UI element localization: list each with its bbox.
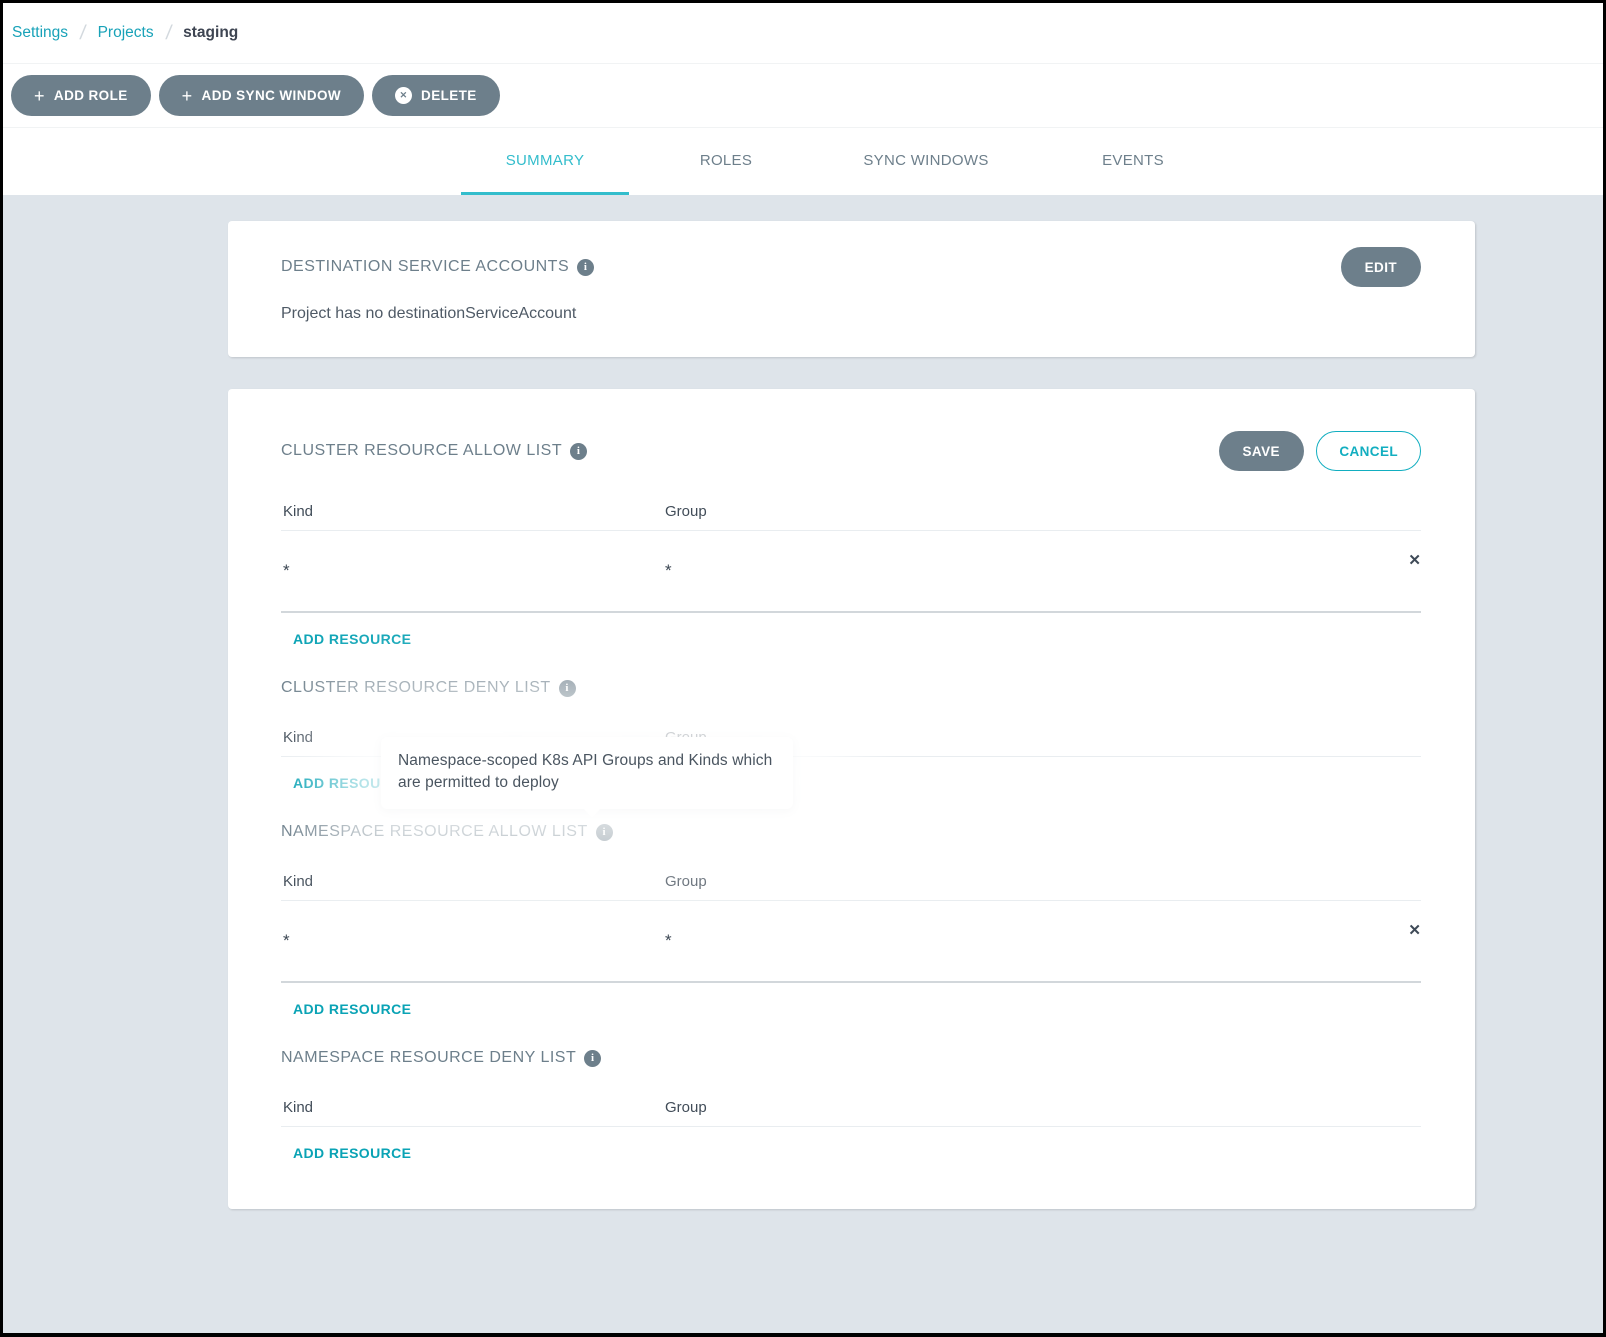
destination-service-accounts-empty-text: Project has no destinationServiceAccount [281,305,1421,323]
column-header-group: Group [665,503,1421,520]
namespace-resource-allow-list-table: Kind Group * * ✕ ADD RESOURCE [281,855,1421,1019]
cluster-resource-deny-list-title: CLUSTER RESOURCE DENY LIST i [281,679,1421,697]
info-icon[interactable]: i [577,259,594,276]
circle-x-icon: ✕ [395,87,412,104]
add-resource-link[interactable]: ADD RESOURCE [293,1001,411,1017]
save-button[interactable]: SAVE [1219,431,1304,471]
destination-service-accounts-title-text: DESTINATION SERVICE ACCOUNTS [281,258,569,276]
column-header-group: Group [665,873,1421,890]
breadcrumb-current-project: staging [183,24,238,42]
tooltip-arrow-icon [583,808,601,818]
info-icon[interactable]: i [584,1050,601,1067]
tab-bar: SUMMARY ROLES SYNC WINDOWS EVENTS [3,128,1603,195]
toolbar: + ADD ROLE + ADD SYNC WINDOW ✕ DELETE [3,64,1603,128]
info-tooltip: Namespace-scoped K8s API Groups and Kind… [381,737,793,809]
divider [281,1126,1421,1127]
add-role-button[interactable]: + ADD ROLE [11,75,151,116]
namespace-resource-deny-list-table: Kind Group ADD RESOURCE [281,1081,1421,1163]
app-window: Settings / Projects / staging + ADD ROLE… [0,0,1606,1337]
divider [281,611,1421,613]
tab-summary[interactable]: SUMMARY [461,128,629,195]
destination-service-accounts-title: DESTINATION SERVICE ACCOUNTS i [281,258,594,276]
destination-service-accounts-card: DESTINATION SERVICE ACCOUNTS i EDIT Proj… [228,221,1475,357]
divider [281,981,1421,983]
column-header-group: Group [665,1099,1421,1116]
column-header-kind: Kind [283,1099,665,1116]
column-header-kind: Kind [283,873,665,890]
group-value[interactable]: * [665,931,1421,951]
delete-label: DELETE [421,88,477,103]
remove-row-icon[interactable]: ✕ [1408,923,1421,938]
breadcrumb-projects[interactable]: Projects [98,24,154,42]
add-sync-window-button[interactable]: + ADD SYNC WINDOW [159,75,364,116]
cluster-resource-deny-list-title-text: CLUSTER RESOURCE DENY LIST [281,679,551,697]
info-icon[interactable]: i [596,824,613,841]
cluster-resource-allow-list-table: Kind Group * * ✕ ADD RESOURCE [281,485,1421,649]
add-role-label: ADD ROLE [54,88,128,103]
namespace-resource-allow-list-title: NAMESPACE RESOURCE ALLOW LIST i Namespac… [281,823,1421,841]
column-header-kind: Kind [283,503,665,520]
tab-events[interactable]: EVENTS [1055,128,1211,195]
group-value[interactable]: * [665,561,1421,581]
edit-button[interactable]: EDIT [1341,247,1421,287]
resource-lists-card: CLUSTER RESOURCE ALLOW LIST i SAVE CANCE… [228,389,1475,1209]
tab-roles[interactable]: ROLES [655,128,797,195]
table-row: * * ✕ [281,901,1421,981]
cluster-resource-allow-list-title: CLUSTER RESOURCE ALLOW LIST i [281,442,587,460]
add-resource-link[interactable]: ADD RESOURCE [293,1145,411,1161]
plus-icon: + [34,87,45,105]
info-icon[interactable]: i [559,680,576,697]
namespace-resource-deny-list-title: NAMESPACE RESOURCE DENY LIST i [281,1049,1421,1067]
info-icon[interactable]: i [570,443,587,460]
edit-actions: SAVE CANCEL [1219,431,1421,471]
table-row: * * ✕ [281,531,1421,611]
breadcrumb: Settings / Projects / staging [3,3,1603,64]
delete-button[interactable]: ✕ DELETE [372,75,500,116]
kind-value[interactable]: * [283,931,665,951]
kind-value[interactable]: * [283,561,665,581]
breadcrumb-settings[interactable]: Settings [12,24,68,42]
add-resource-link[interactable]: ADD RESOURCE [293,631,411,647]
info-tooltip-text: Namespace-scoped K8s API Groups and Kind… [398,752,772,791]
remove-row-icon[interactable]: ✕ [1408,553,1421,568]
add-sync-window-label: ADD SYNC WINDOW [202,88,342,103]
cluster-resource-allow-list-title-text: CLUSTER RESOURCE ALLOW LIST [281,442,562,460]
page-content: DESTINATION SERVICE ACCOUNTS i EDIT Proj… [3,195,1603,1337]
namespace-resource-allow-list-title-text: NAMESPACE RESOURCE ALLOW LIST [281,823,588,841]
breadcrumb-separator: / [164,22,173,45]
namespace-resource-deny-list-title-text: NAMESPACE RESOURCE DENY LIST [281,1049,576,1067]
plus-icon: + [182,87,193,105]
breadcrumb-separator: / [78,22,87,45]
tab-sync-windows[interactable]: SYNC WINDOWS [823,128,1029,195]
cancel-button[interactable]: CANCEL [1316,431,1421,471]
